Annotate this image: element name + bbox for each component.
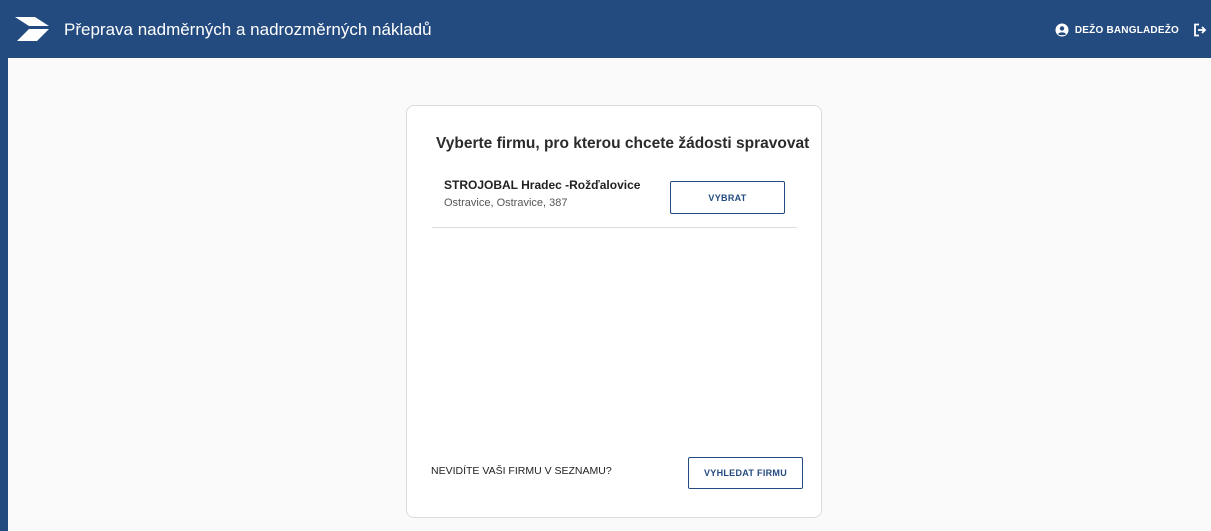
user-circle-icon — [1055, 23, 1069, 37]
app-title: Přeprava nadměrných a nadrozměrných nákl… — [64, 20, 432, 39]
user-area: DEŽO BANGLADEŽO — [1055, 23, 1207, 37]
card-title: Vyberte firmu, pro kterou chcete žádosti… — [436, 135, 810, 152]
company-name: STROJOBAL Hradec -Rožďalovice — [444, 178, 641, 192]
missing-company-text: NEVIDÍTE VAŠI FIRMU V SEZNAMU? — [431, 465, 612, 477]
logout-icon[interactable] — [1193, 23, 1207, 37]
company-address: Ostravice, Ostravice, 387 — [444, 197, 568, 209]
search-company-button[interactable]: VYHLEDAT FIRMU — [688, 457, 803, 489]
company-list-item: STROJOBAL Hradec -Rožďalovice Ostravice,… — [432, 171, 797, 228]
app-header: Přeprava nadměrných a nadrozměrných nákl… — [0, 0, 1211, 58]
truck-arrow-logo-icon[interactable] — [15, 14, 53, 44]
select-company-button[interactable]: VYBRAT — [670, 181, 785, 214]
user-name[interactable]: DEŽO BANGLADEŽO — [1075, 25, 1179, 36]
company-select-card: Vyberte firmu, pro kterou chcete žádosti… — [406, 105, 822, 518]
